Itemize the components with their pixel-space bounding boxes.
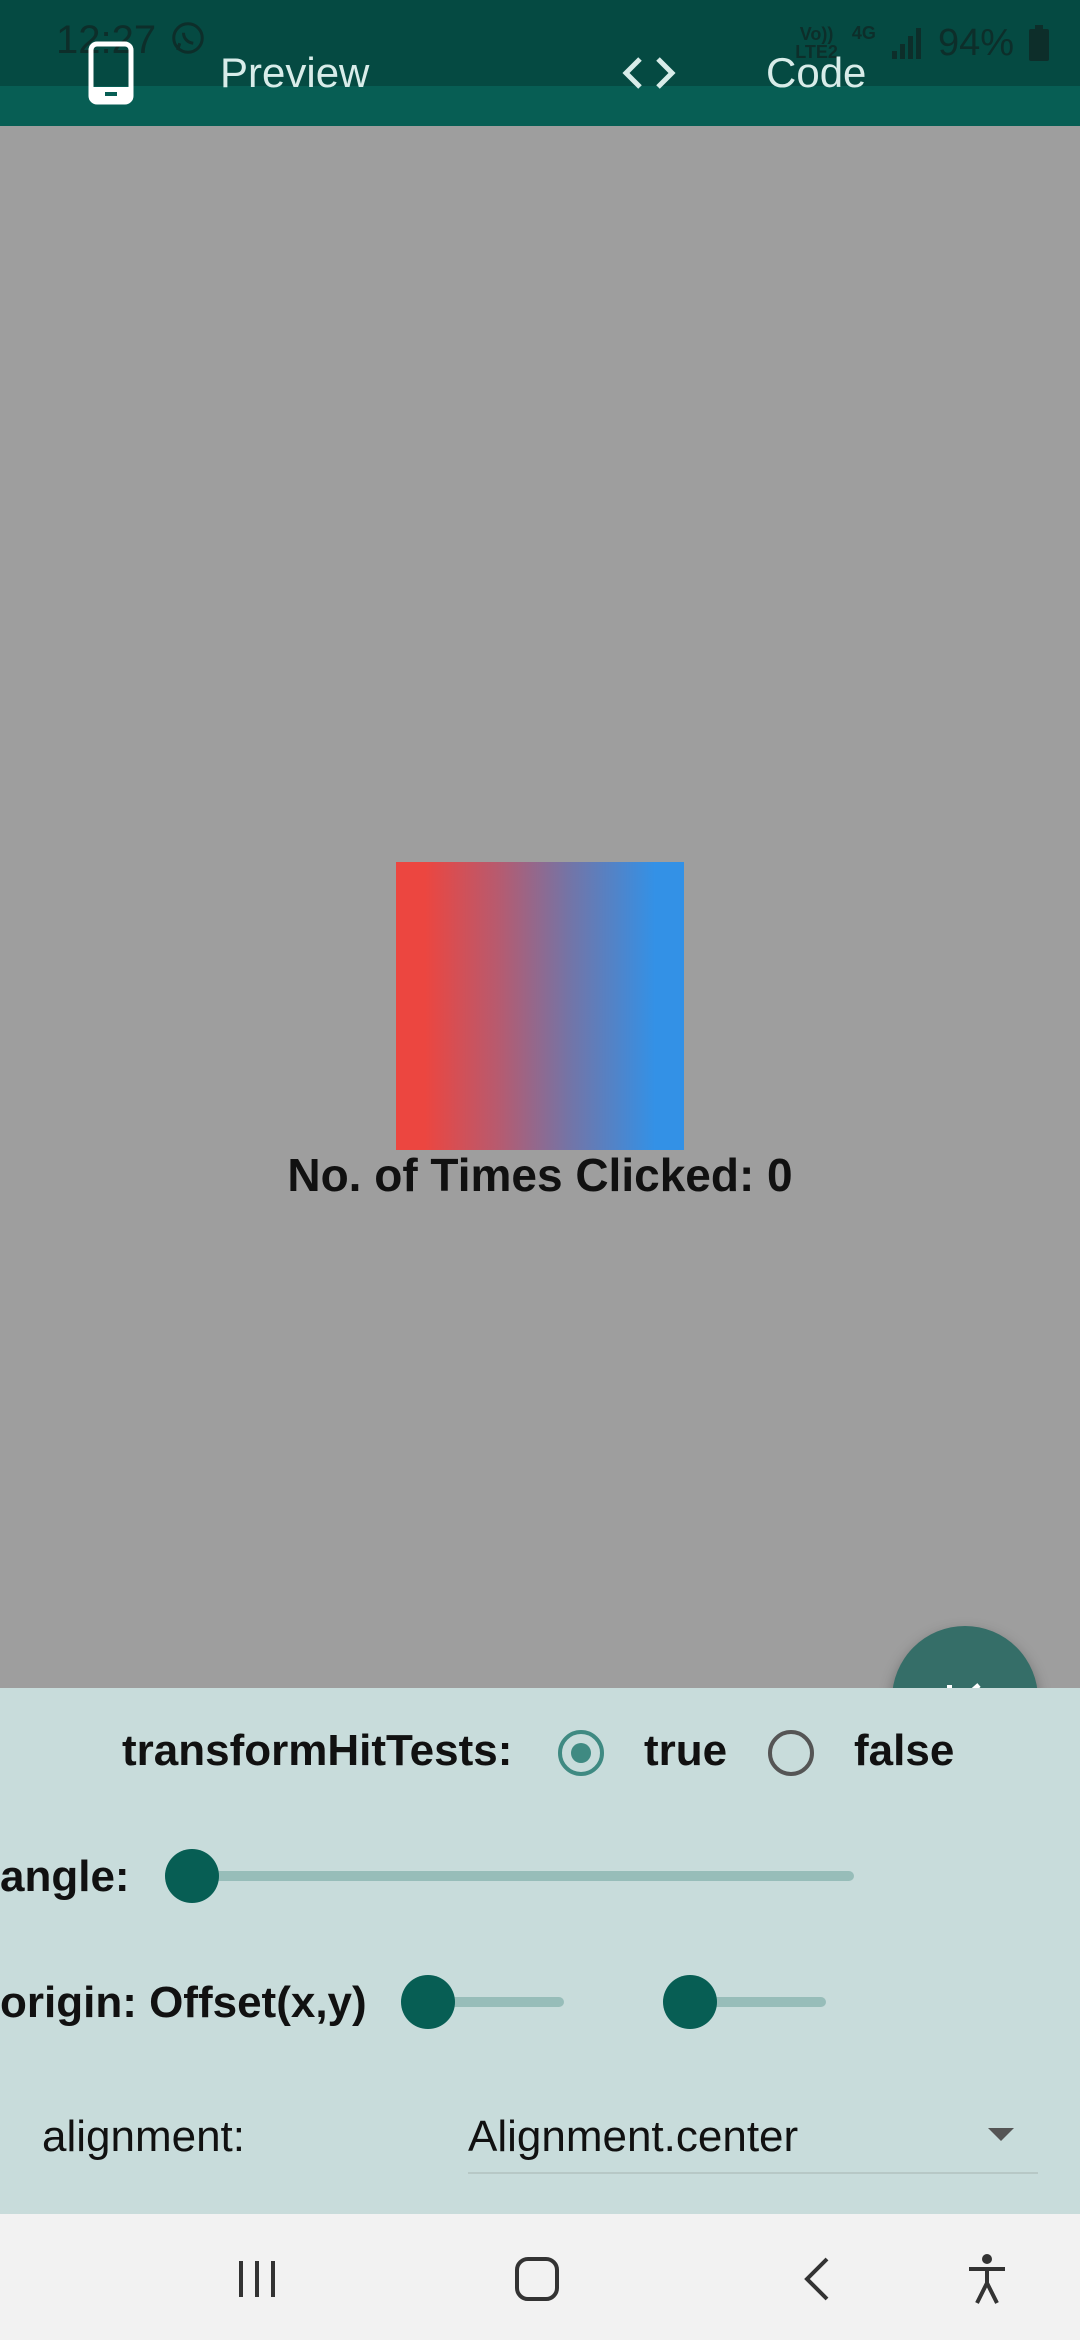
back-icon xyxy=(804,2257,829,2301)
signal-icon xyxy=(891,28,921,59)
tab-preview[interactable]: Preview xyxy=(88,28,369,118)
system-nav-bar xyxy=(0,2214,1080,2340)
angle-slider-thumb[interactable] xyxy=(165,1849,219,1903)
click-count-text: No. of Times Clicked: 0 xyxy=(287,1149,793,1201)
battery-text: 94% xyxy=(937,21,1014,64)
angle-label: angle: xyxy=(0,1852,130,1901)
alignment-label: alignment: xyxy=(42,2112,246,2161)
home-icon xyxy=(515,2257,559,2301)
alignment-dropdown-value: Alignment.center xyxy=(468,2112,799,2161)
origin-label: origin: Offset(x,y) xyxy=(0,1978,367,2027)
code-icon xyxy=(620,55,678,91)
tab-code[interactable]: Code xyxy=(620,28,866,118)
radio-false[interactable] xyxy=(768,1730,814,1776)
accessibility-icon xyxy=(969,2254,1005,2304)
recents-icon xyxy=(239,2261,275,2297)
phone-icon xyxy=(88,41,134,105)
back-button[interactable] xyxy=(782,2244,852,2314)
battery-icon xyxy=(1029,25,1049,61)
preview-area: No. of Times Clicked: 0 xyxy=(0,126,1080,1772)
dropdown-arrow-icon xyxy=(988,2128,1014,2141)
tab-preview-label: Preview xyxy=(220,49,370,96)
origin-x-slider-thumb[interactable] xyxy=(401,1975,455,2029)
radio-true[interactable] xyxy=(558,1730,604,1776)
radio-true-label[interactable]: true xyxy=(644,1726,727,1776)
transform-hit-tests-label: transformHitTests: xyxy=(122,1726,513,1775)
tab-code-label: Code xyxy=(766,49,867,96)
gradient-box[interactable] xyxy=(396,862,684,1150)
home-button[interactable] xyxy=(502,2244,572,2314)
origin-y-slider-thumb[interactable] xyxy=(663,1975,717,2029)
recents-button[interactable] xyxy=(222,2244,292,2314)
accessibility-button[interactable] xyxy=(952,2244,1022,2314)
angle-slider-track[interactable] xyxy=(192,1871,854,1881)
controls-panel: transformHitTests: true false angle: ori… xyxy=(0,1688,1080,2214)
alignment-dropdown[interactable]: Alignment.center xyxy=(468,2088,1038,2174)
radio-false-label[interactable]: false xyxy=(854,1726,954,1776)
